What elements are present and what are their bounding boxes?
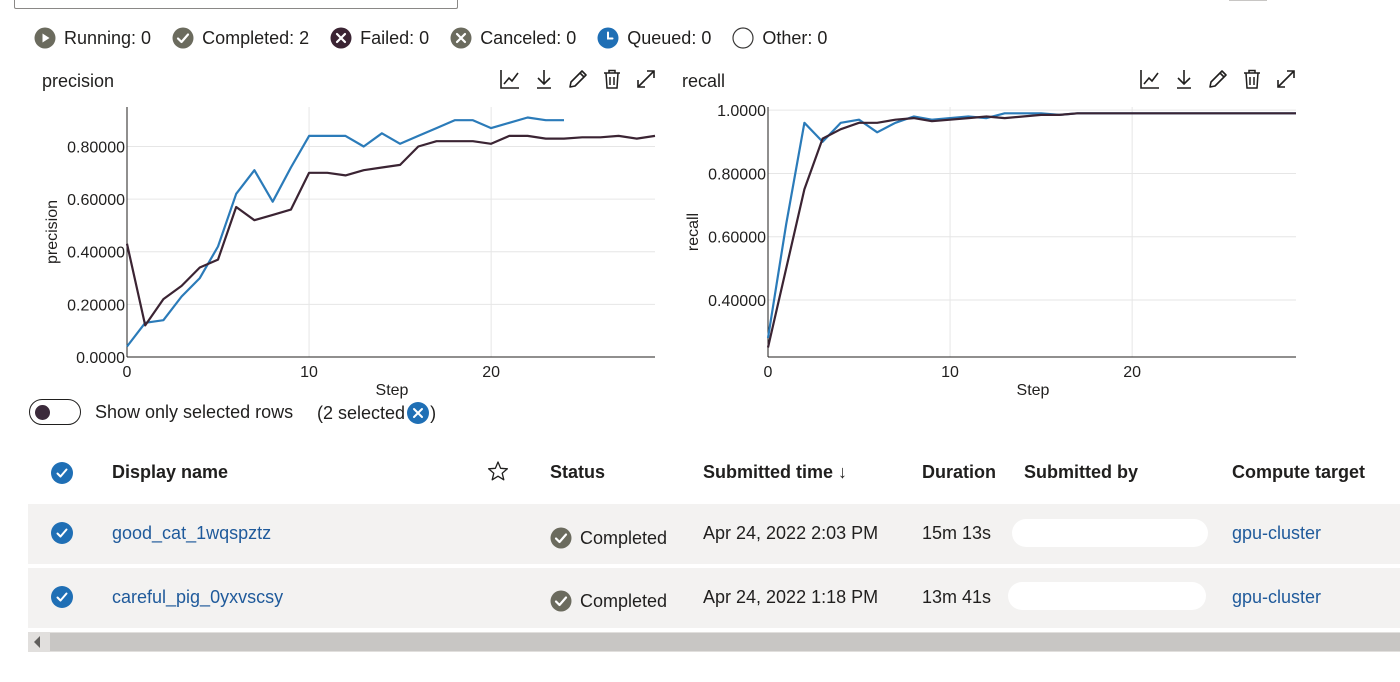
- submitted-by-redacted: [1008, 582, 1206, 610]
- selected-count: (2 selected ): [317, 402, 436, 424]
- column-header-duration[interactable]: Duration: [922, 462, 996, 483]
- series-line-2: [766, 112, 1296, 348]
- x-tick-label: 20: [1123, 364, 1141, 381]
- submitted-by-redacted: [1012, 519, 1208, 547]
- scrollbar-thumb[interactable]: [50, 633, 1400, 651]
- horizontal-scrollbar[interactable]: [28, 632, 1400, 652]
- star-icon: [487, 461, 509, 481]
- column-header-display-name[interactable]: Display name: [112, 462, 228, 483]
- checkmark-icon: [56, 468, 68, 478]
- clear-selection-button[interactable]: [407, 402, 430, 424]
- y-tick-label: 0.40000: [708, 293, 766, 310]
- status-text: Completed: [580, 590, 668, 611]
- y-tick-label: 0.60000: [708, 230, 766, 247]
- scroll-left-arrow[interactable]: [34, 636, 40, 648]
- column-header-status[interactable]: Status: [550, 462, 605, 483]
- row-checkbox[interactable]: [51, 522, 73, 544]
- favorite-column-button[interactable]: [487, 460, 509, 487]
- submitted-time: Apr 24, 2022 1:18 PM: [703, 587, 879, 607]
- column-header-compute-target[interactable]: Compute target: [1232, 462, 1365, 483]
- duration: 13m 41s: [922, 587, 992, 607]
- checkmark-icon: [56, 592, 68, 602]
- check-circle-icon: [550, 590, 572, 612]
- series-line-1: [766, 112, 1296, 339]
- y-tick-label: 0.80000: [708, 166, 766, 183]
- duration: 15m 13s: [922, 523, 992, 543]
- status-badge: Completed: [550, 527, 667, 549]
- column-header-submitted-by[interactable]: Submitted by: [1024, 462, 1138, 483]
- show-selected-label: Show only selected rows: [95, 402, 294, 422]
- select-all-checkbox[interactable]: [51, 462, 73, 484]
- submitted-time: Apr 24, 2022 2:03 PM: [703, 523, 879, 543]
- status-badge: Completed: [550, 590, 667, 612]
- compute-target-link[interactable]: gpu-cluster: [1232, 587, 1321, 608]
- close-icon: [413, 408, 424, 418]
- x-axis-title: Step: [1017, 382, 1050, 399]
- x-tick-label: 10: [941, 364, 959, 381]
- selected-count-close-paren: ): [430, 402, 437, 423]
- status-text: Completed: [580, 527, 668, 548]
- x-tick-label: 0: [764, 364, 773, 381]
- row-checkbox[interactable]: [51, 586, 73, 608]
- y-tick-label: 1.0000: [717, 103, 766, 120]
- column-header-submitted-time[interactable]: Submitted time ↓: [703, 462, 847, 483]
- run-name-link[interactable]: good_cat_1wqspztz: [112, 523, 271, 544]
- show-selected-toggle[interactable]: [29, 399, 81, 425]
- run-name-link[interactable]: careful_pig_0yxvscsy: [112, 587, 283, 608]
- check-circle-icon: [550, 527, 572, 549]
- y-axis-title: recall: [685, 213, 702, 251]
- checkmark-icon: [56, 528, 68, 538]
- toggle-knob: [35, 404, 50, 420]
- recall-chart: 0 10 20 0.40000 0.60000 0.80000 1.0000 Step reca…: [685, 103, 1296, 399]
- compute-target-link[interactable]: gpu-cluster: [1232, 523, 1321, 544]
- selected-count-label: (2 selected: [317, 402, 406, 423]
